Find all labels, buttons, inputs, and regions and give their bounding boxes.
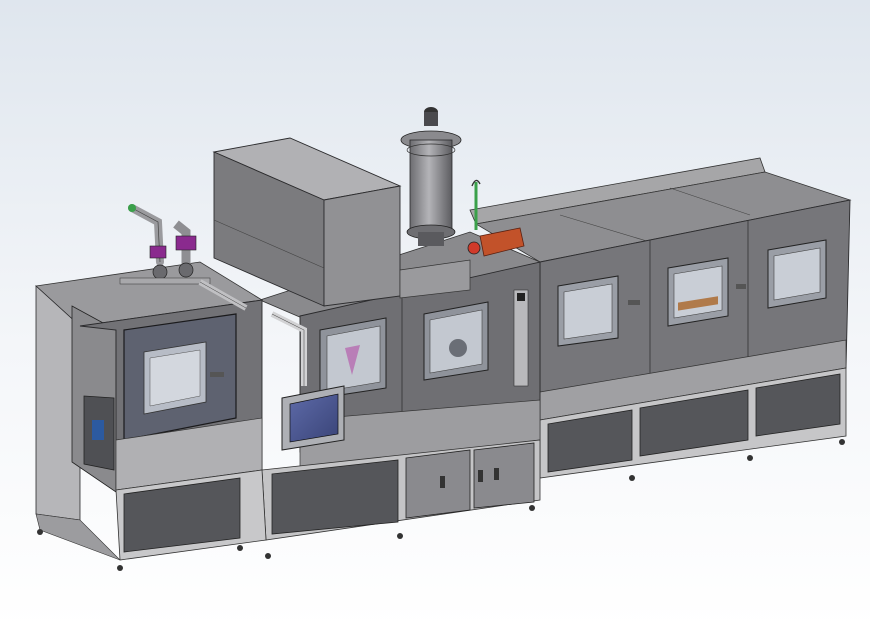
glovebox-line-illustration (0, 0, 870, 628)
cad-render-scene (0, 0, 870, 628)
left-glovebox-section (35, 261, 267, 571)
